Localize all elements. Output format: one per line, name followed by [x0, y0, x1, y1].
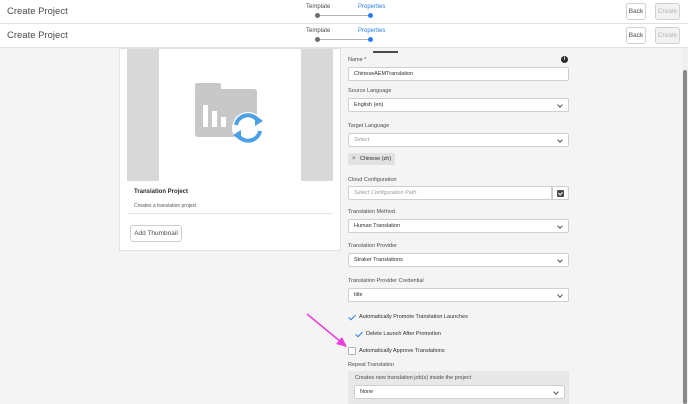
chevron-down-icon [553, 389, 559, 395]
provider-credential-label: Translation Provider Credential [348, 278, 424, 284]
delete-launch-checkbox[interactable] [355, 330, 363, 338]
target-language-select[interactable]: Select [348, 133, 569, 147]
target-language-placeholder: Select [354, 137, 370, 143]
sticky-header-bar: Create Project Template Properties Back … [0, 24, 688, 48]
back-button[interactable]: Back [626, 27, 646, 44]
delete-launch-label: Delete Launch After Promotion [366, 331, 441, 337]
translation-provider-label: Translation Provider [348, 243, 398, 249]
remove-tag-icon[interactable]: × [352, 153, 356, 165]
wizard-progress-line [318, 39, 371, 40]
wizard-progress-line [318, 15, 371, 16]
info-icon[interactable]: i [561, 56, 568, 63]
chevron-down-icon [557, 102, 563, 108]
chevron-down-icon [557, 292, 563, 298]
back-button[interactable]: Back [626, 3, 646, 20]
repeat-translation-sublabel: Creates new translation job(s) inside th… [355, 375, 472, 381]
page-title: Create Project [7, 30, 68, 41]
card-divider [127, 213, 333, 214]
path-picker-button[interactable] [552, 186, 569, 200]
wizard-dot-template [315, 37, 320, 42]
wizard-step-template[interactable]: Template [306, 28, 330, 34]
repeat-translation-select[interactable]: None [354, 385, 565, 399]
approve-translations-label: Automatically Approve Translations [359, 348, 445, 354]
promote-launches-label: Automatically Promote Translation Launch… [359, 314, 468, 320]
source-language-label: Source Language [348, 88, 392, 94]
translation-method-label: Translation Method [348, 209, 395, 215]
tab-indicator [373, 51, 398, 53]
path-picker-icon [557, 190, 564, 197]
chevron-down-icon [557, 257, 563, 263]
repeat-translation-value: None [360, 389, 374, 395]
wizard-dot-template [315, 13, 320, 18]
target-language-label: Target Language [348, 123, 390, 129]
translation-provider-select[interactable]: Straker Translations [348, 253, 569, 267]
wizard-dot-properties [368, 37, 373, 42]
create-button[interactable]: Create [655, 3, 680, 20]
provider-credential-value: title [354, 292, 363, 298]
template-thumbnail [127, 49, 333, 181]
chevron-down-icon [557, 137, 563, 143]
repeat-translation-label: Repeat Translation [348, 362, 395, 368]
provider-credential-select[interactable]: title [348, 288, 569, 302]
add-thumbnail-button[interactable]: Add Thumbnail [130, 225, 182, 242]
translation-project-icon [195, 83, 264, 144]
name-field[interactable]: ChineseAEMTranslation [348, 67, 569, 81]
translation-provider-value: Straker Translations [354, 257, 403, 263]
template-description: Creates a translation project [134, 203, 197, 209]
create-button[interactable]: Create [655, 27, 680, 44]
wizard-step-properties[interactable]: Properties [358, 28, 385, 34]
wizard-step-template[interactable]: Template [306, 4, 330, 10]
promote-launches-checkbox[interactable] [348, 313, 356, 321]
scrollbar-thumb[interactable] [683, 70, 687, 404]
translation-method-value: Human Translation [354, 223, 401, 229]
wizard-step-properties[interactable]: Properties [358, 4, 385, 10]
annotation-arrow-icon [306, 313, 347, 347]
target-language-tag: × Chinese (zh) [348, 153, 395, 165]
template-card: Translation Project Creates a translatio… [119, 48, 341, 251]
approve-translations-checkbox[interactable] [348, 347, 356, 355]
translation-method-select[interactable]: Human Translation [348, 219, 569, 233]
top-header-bar: Create Project Template Properties Back … [0, 0, 688, 24]
name-label: Name * [348, 57, 367, 63]
cloud-configuration-input[interactable]: Select Configuration Path [348, 186, 552, 200]
wizard-dot-properties [368, 13, 373, 18]
chevron-down-icon [557, 223, 563, 229]
source-language-select[interactable]: English (en) [348, 98, 569, 112]
cloud-configuration-label: Cloud Configuration [348, 177, 397, 183]
template-title: Translation Project [134, 189, 189, 195]
source-language-value: English (en) [354, 102, 384, 108]
tag-label: Chinese (zh) [360, 156, 392, 162]
page-title: Create Project [7, 6, 68, 17]
